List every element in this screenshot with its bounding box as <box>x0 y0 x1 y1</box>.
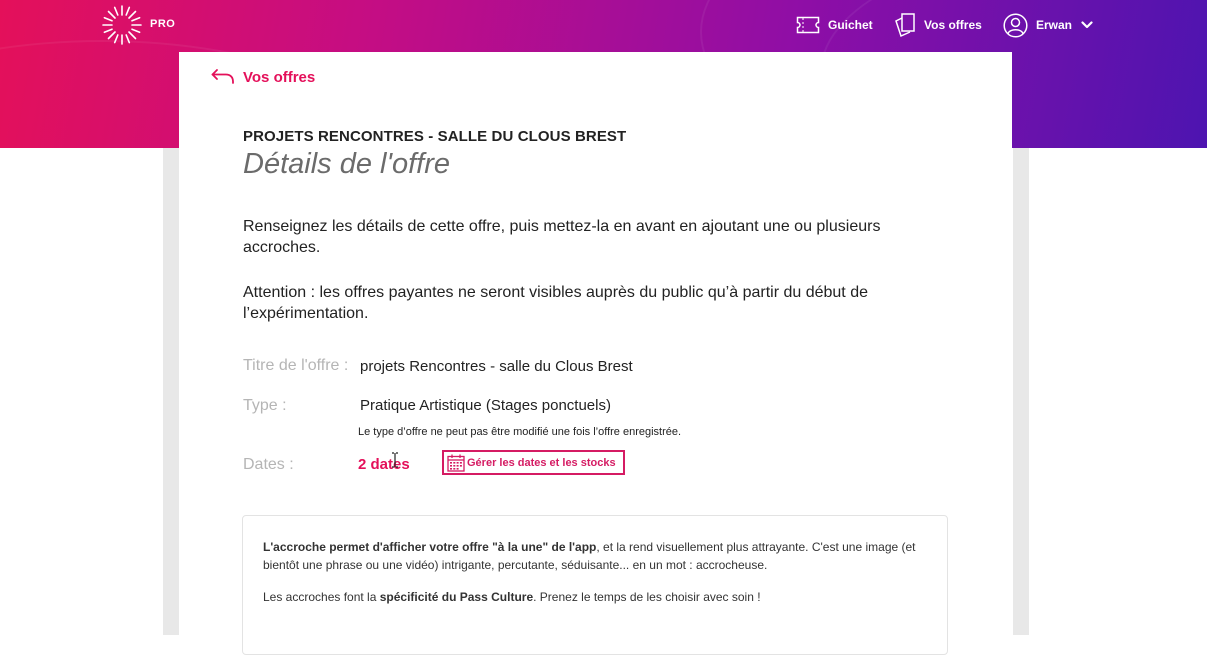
nav-guichet[interactable]: Guichet <box>796 10 873 40</box>
back-link-label: Vos offres <box>243 68 316 86</box>
offer-title-value: projets Rencontres - salle du Clous Bres… <box>360 358 633 375</box>
ticket-icon <box>796 16 820 34</box>
warning-text: Attention : les offres payantes ne seron… <box>243 284 868 322</box>
offer-details-card: Vos offres PROJETS RENCONTRES - SALLE DU… <box>179 52 1012 655</box>
user-menu[interactable]: Erwan <box>1003 10 1101 40</box>
chevron-down-icon[interactable] <box>1081 21 1093 29</box>
offer-dates-label: Dates : <box>243 456 294 473</box>
accroche-info-bold: L'accroche permet d'afficher votre offre… <box>263 540 597 554</box>
accroche-info-box: L'accroche permet d'afficher votre offre… <box>242 515 948 655</box>
offer-type-note: Le type d’offre ne peut pas être modifié… <box>358 426 682 438</box>
offer-type-value: Pratique Artistique (Stages ponctuels) <box>360 397 611 414</box>
user-circle-icon <box>1003 12 1028 38</box>
accroche-specificity-bold: spécificité du Pass Culture <box>379 590 534 604</box>
intro-text: Renseignez les détails de cette offre, p… <box>243 218 881 256</box>
offers-cards-icon <box>895 13 915 38</box>
accroche-specificity-paragraph: Les accroches font la spécificité du Pas… <box>263 588 927 606</box>
page-gutter-left <box>163 148 179 635</box>
page-title: Détails de l'offre <box>243 148 451 180</box>
user-name: Erwan <box>1036 18 1073 32</box>
nav-vos-offres-label: Vos offres <box>924 18 982 32</box>
accroche-info-paragraph: L'accroche permet d'afficher votre offre… <box>263 538 927 574</box>
accroche-specificity-end: . Prenez le temps de les choisir avec so… <box>533 590 761 604</box>
manage-dates-stocks-button[interactable]: Gérer les dates et les stocks <box>442 450 625 475</box>
offer-dates-value[interactable]: 2 dates <box>358 456 410 473</box>
page-gutter-right <box>1013 148 1029 635</box>
calendar-icon <box>447 454 465 472</box>
manage-dates-stocks-label: Gérer les dates et les stocks <box>467 456 616 469</box>
nav-vos-offres[interactable]: Vos offres <box>894 10 982 40</box>
sun-burst-logo[interactable] <box>100 3 144 47</box>
text-cursor-icon <box>392 452 398 468</box>
offer-title-label: Titre de l'offre : <box>243 357 349 374</box>
logo-pro-label: PRO <box>150 18 176 30</box>
back-arrow-icon <box>211 69 234 84</box>
back-to-offers-link[interactable]: Vos offres <box>211 68 315 86</box>
offer-type-label: Type : <box>243 397 287 414</box>
venue-title: PROJETS RENCONTRES - SALLE DU CLOUS BRES… <box>243 128 627 145</box>
accroche-specificity-start: Les accroches font la <box>263 590 380 604</box>
nav-guichet-label: Guichet <box>828 18 873 32</box>
